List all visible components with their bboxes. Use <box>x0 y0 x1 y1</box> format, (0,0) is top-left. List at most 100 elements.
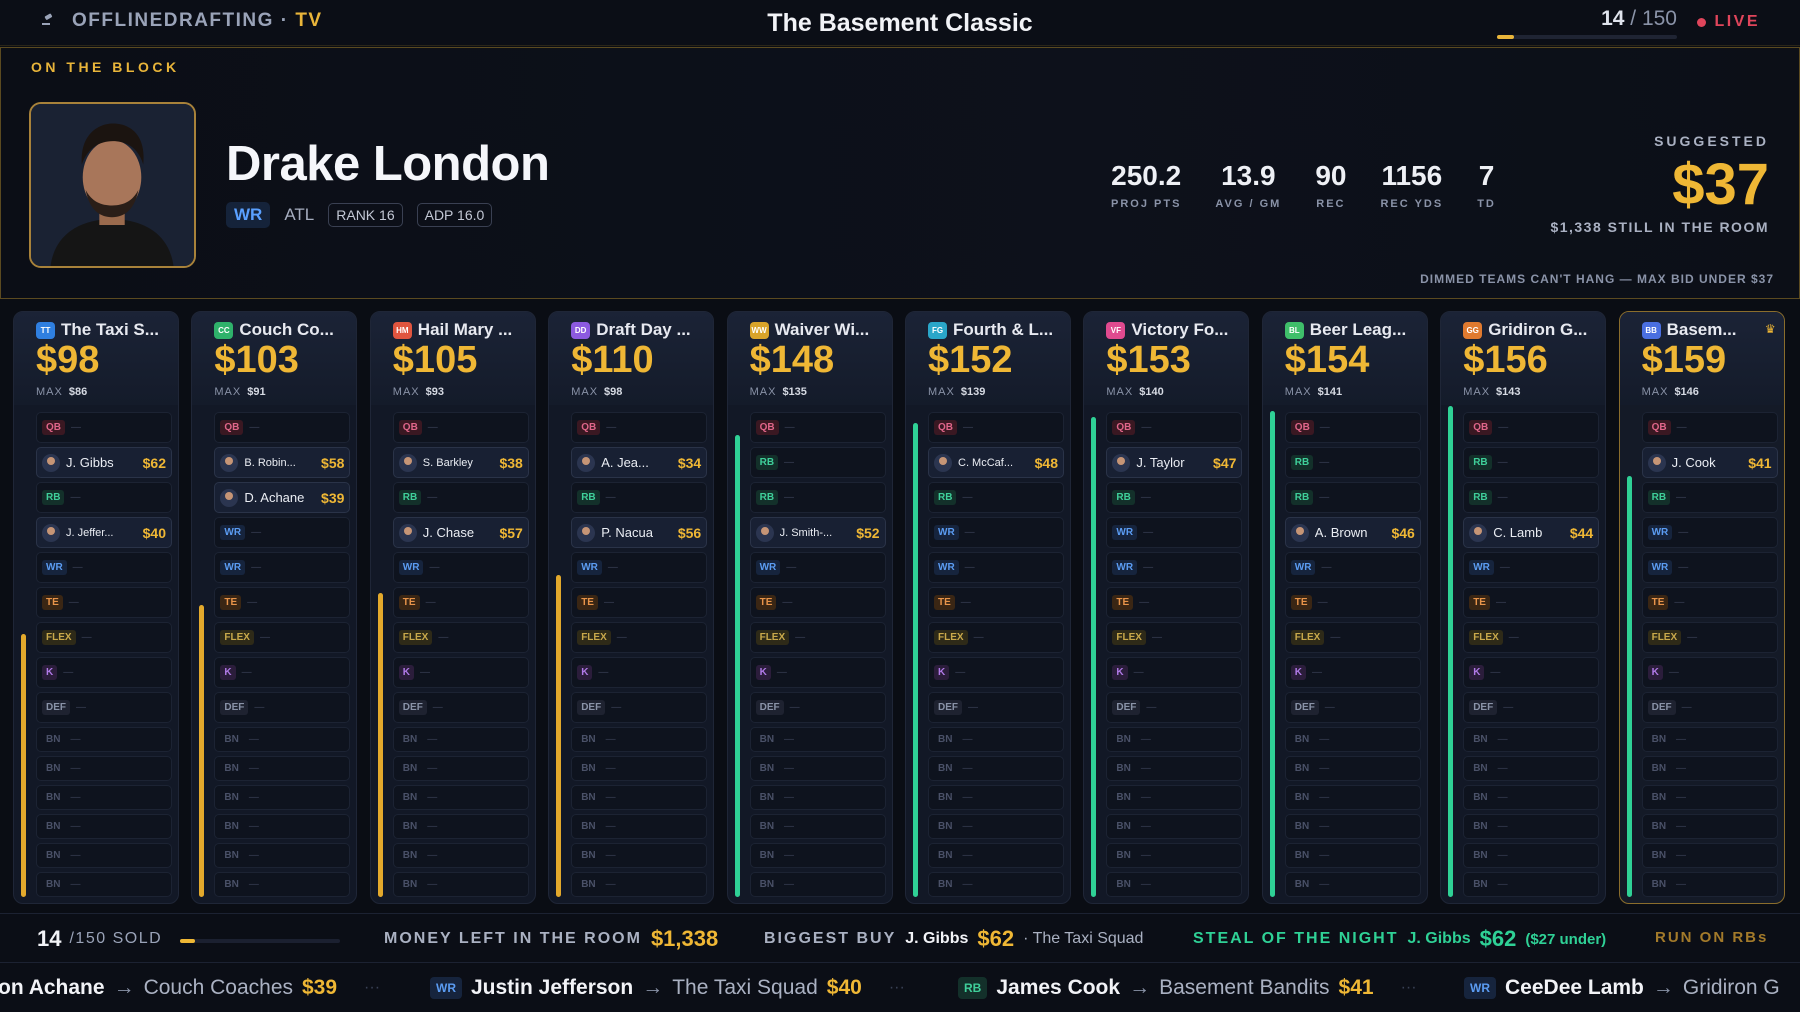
roster-slot-bn: BN — <box>928 785 1064 810</box>
roster-slot-bn: BN — <box>392 756 529 781</box>
ticker-item: on Achane → Couch Coaches $39 ··· <box>0 976 398 1000</box>
roster-slot-bn: BN — <box>1641 814 1778 839</box>
roster-slot-flex: FLEX — <box>1284 622 1421 653</box>
arrow-right-icon: → <box>1652 976 1674 999</box>
avatar <box>398 523 417 542</box>
roster-slot-bn: BN — <box>392 872 529 897</box>
roster-slot-qb: QB — <box>1284 412 1421 443</box>
roster-slot-te: TE — <box>749 587 886 618</box>
roster-slot-wr: WR — <box>1463 552 1600 583</box>
team-column[interactable]: BB Basem... $159 MAX $146 ♛ QB — J. Cook $41 RB — WR… <box>1618 311 1785 904</box>
roster-slot-filled[interactable]: J. Smith-... $52 <box>749 517 886 548</box>
roster-slot-k: K — <box>1284 657 1421 688</box>
roster-slot-filled[interactable]: S. Barkley $38 <box>392 447 529 478</box>
roster-slot-qb: QB — <box>214 412 351 443</box>
team-badge-icon: BB <box>1641 321 1661 339</box>
roster-slot-filled[interactable]: C. Lamb $44 <box>1463 517 1600 548</box>
budget-bar <box>734 434 740 897</box>
roster-slot-filled[interactable]: J. Gibbs $62 <box>36 447 172 478</box>
ticker-price: $41 <box>1338 976 1374 999</box>
roster-slot-filled[interactable]: C. McCaf... $48 <box>928 447 1064 478</box>
roster-slot-bn: BN — <box>1463 756 1600 781</box>
roster-slot-wr: WR — <box>571 552 708 583</box>
team-header: DD Draft Day ... $110 MAX $98 <box>549 312 714 405</box>
roster-slot-filled[interactable]: D. Achane $39 <box>214 482 351 513</box>
suggested-bid: $37 <box>1672 152 1769 217</box>
roster-slots: QB — A. Jea... $34 RB — P. Nacua $56 WR — TE — FLEX —… <box>571 412 708 901</box>
roster-slot-flex: FLEX — <box>928 622 1064 653</box>
steal-of-night-stat: STEAL OF THE NIGHT J. Gibbs $62 ($27 under) <box>1193 926 1607 951</box>
team-name: FG Fourth & L... <box>928 320 1053 340</box>
roster-slot-rb: RB — <box>749 482 886 513</box>
roster-slot-filled[interactable]: B. Robin... $58 <box>214 447 351 478</box>
live-dot-icon <box>1697 17 1707 27</box>
roster-slot-flex: FLEX — <box>1641 622 1778 653</box>
roster-slot-k: K — <box>571 657 708 688</box>
roster-slot-bn: BN — <box>1284 814 1421 839</box>
adp-tag: ADP 16.0 <box>416 203 493 227</box>
roster-slot-qb: QB — <box>36 412 172 443</box>
bottom-ticker-bar: 14/150 SOLD MONEY LEFT IN THE ROOM $1,338… <box>0 913 1800 1012</box>
team-max-bid: MAX $139 <box>928 386 986 398</box>
roster-slot-wr: WR — <box>214 552 351 583</box>
roster-slot-bn: BN — <box>749 785 886 810</box>
roster-slot-def: DEF — <box>1641 692 1778 723</box>
roster-slot-rb: RB — <box>36 482 172 513</box>
team-name: VF Victory Fo... <box>1106 320 1228 340</box>
ticker-team: Basement Bandits <box>1159 976 1330 999</box>
roster-slot-filled[interactable]: J. Taylor $47 <box>1106 447 1243 478</box>
roster-slot-rb: RB — <box>1463 482 1600 513</box>
separator-dots-icon: ··· <box>888 979 905 996</box>
avatar <box>1290 523 1309 542</box>
team-column[interactable]: WW Waiver Wi... $148 MAX $135 QB — RB — RB — J. Smi… <box>726 311 893 904</box>
divider <box>0 962 1800 963</box>
separator-dots-icon: ··· <box>364 979 381 996</box>
roster-slot-flex: FLEX — <box>36 622 172 653</box>
team-column[interactable]: DD Draft Day ... $110 MAX $98 QB — A. Jea... $34… <box>548 311 715 904</box>
team-column[interactable]: VF Victory Fo... $153 MAX $140 QB — J. Taylor $4… <box>1083 311 1250 904</box>
budget-bar <box>556 575 562 897</box>
roster-slot-filled[interactable]: P. Nacua $56 <box>571 517 708 548</box>
stat-proj-pts: 250.2 PROJ PTS <box>1111 160 1182 210</box>
player-meta: WR ATL RANK 16 ADP 16.0 <box>226 202 493 228</box>
roster-slot-bn: BN — <box>36 814 172 839</box>
roster-slot-wr: WR — <box>1106 517 1243 548</box>
team-column[interactable]: BL Beer Leag... $154 MAX $141 QB — RB — RB — A. Bro… <box>1261 311 1428 904</box>
roster-slot-qb: QB — <box>1106 412 1243 443</box>
roster-slot-qb: QB — <box>749 412 886 443</box>
roster-slot-bn: BN — <box>571 756 708 781</box>
position-badge: WR <box>226 202 271 228</box>
stat-td: 7 TD <box>1477 160 1496 210</box>
roster-slot-bn: BN — <box>1641 872 1778 897</box>
team-column[interactable]: TT The Taxi S... $98 MAX $86 QB — J. Gibbs $62 RB… <box>13 311 179 904</box>
team-column[interactable]: CC Couch Co... $103 MAX $91 QB — B. Robin... $58… <box>191 311 358 904</box>
roster-slot-filled[interactable]: A. Jea... $34 <box>571 447 708 478</box>
roster-slot-wr: WR — <box>214 517 351 548</box>
roster-slot-bn: BN — <box>928 843 1064 868</box>
roster-slot-bn: BN — <box>214 727 351 752</box>
team-badge-icon: BL <box>1284 321 1304 339</box>
roster-slot-filled[interactable]: A. Brown $46 <box>1284 517 1421 548</box>
roster-slot-filled[interactable]: J. Jeffer... $40 <box>36 517 172 548</box>
roster-slot-te: TE — <box>214 587 351 618</box>
budget-bar <box>1091 417 1097 897</box>
roster-slot-bn: BN — <box>214 785 351 810</box>
team-column[interactable]: GG Gridiron G... $156 MAX $143 QB — RB — RB — C. La… <box>1440 311 1607 904</box>
roster-slot-filled[interactable]: J. Chase $57 <box>392 517 529 548</box>
roster-slot-def: DEF — <box>749 692 886 723</box>
roster-slots: QB — RB — RB — J. Smith-... $52 WR — TE — FLEX — K — DEF… <box>749 412 886 901</box>
avatar <box>1647 453 1666 472</box>
top-bar: OFFLINEDRAFTING · TV The Basement Classi… <box>0 0 1800 46</box>
team-column[interactable]: FG Fourth & L... $152 MAX $139 QB — C. McCaf...… <box>905 311 1071 904</box>
avatar <box>934 453 952 472</box>
team-badge-icon: HM <box>392 321 412 339</box>
position-badge: RB <box>958 977 988 999</box>
roster-slot-bn: BN — <box>1641 785 1778 810</box>
player-stats: 250.2 PROJ PTS 13.9 AVG / GM 90 REC 1156 REC… <box>1111 160 1530 210</box>
team-column[interactable]: HM Hail Mary ... $105 MAX $93 QB — S. Barkley $3… <box>369 311 536 904</box>
avatar <box>220 488 239 507</box>
roster-slot-bn: BN — <box>749 872 886 897</box>
roster-slot-filled[interactable]: J. Cook $41 <box>1641 447 1778 478</box>
roster-slots: QB — J. Cook $41 RB — WR — WR — TE — FLEX — K — DEF — BN — B… <box>1641 412 1778 901</box>
player-name: Drake London <box>226 137 550 191</box>
